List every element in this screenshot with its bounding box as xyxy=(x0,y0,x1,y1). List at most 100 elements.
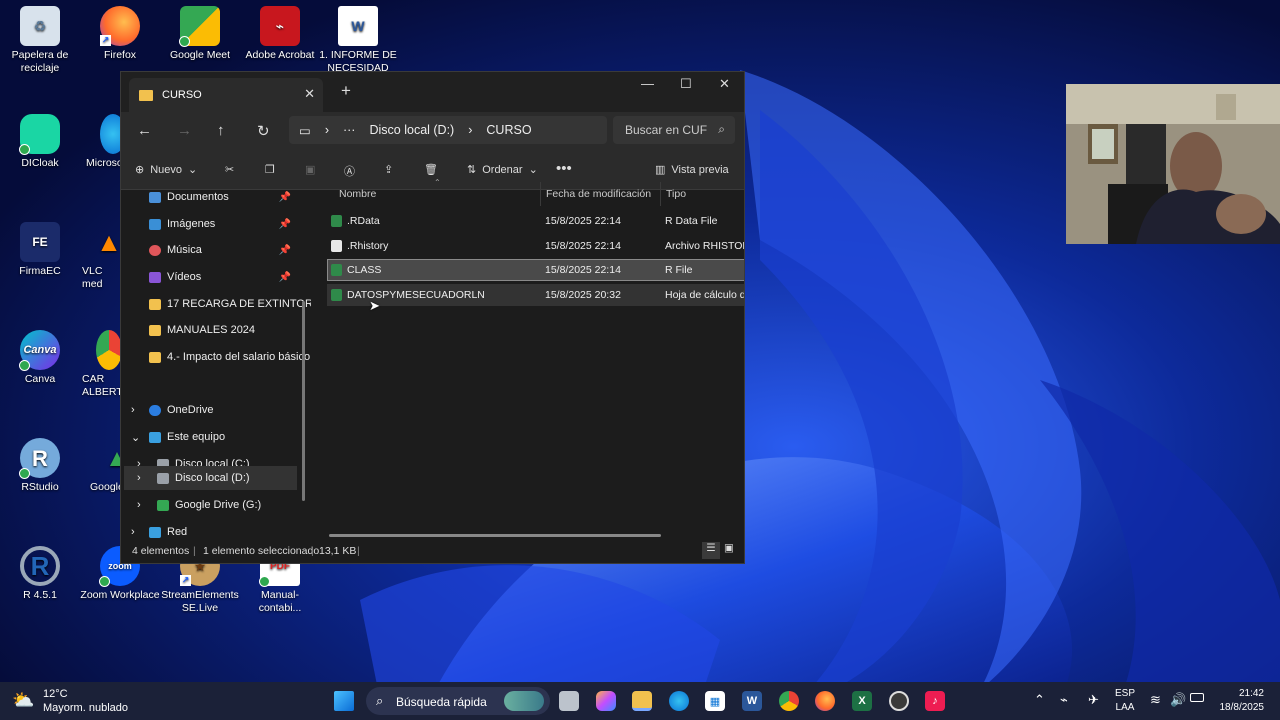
sort-icon: ⇅ xyxy=(467,164,477,176)
acrobat-icon: ⌁ xyxy=(260,6,300,46)
nav-item-onedrive[interactable]: › OneDrive xyxy=(131,398,213,422)
volume-icon[interactable]: 🔊 xyxy=(1170,692,1186,708)
desktop-icon-canva[interactable]: Canva Canva xyxy=(0,330,80,386)
new-button[interactable]: ⊕ Nuevo ⌄ xyxy=(135,163,197,177)
back-arrow-icon[interactable]: ← xyxy=(137,122,152,139)
webcam-overlay xyxy=(1066,84,1280,244)
edge-icon[interactable] xyxy=(669,691,689,711)
new-tab-icon[interactable]: + xyxy=(341,81,351,101)
usb-icon[interactable]: ⌁ xyxy=(1060,692,1068,708)
chevron-up-icon[interactable]: ⌃ xyxy=(1034,692,1045,708)
desktop-icon-edge[interactable]: Microso xyxy=(80,114,120,170)
horizontal-scrollbar[interactable] xyxy=(329,534,661,537)
clock[interactable]: 21:42 18/8/2025 xyxy=(1210,687,1265,715)
up-arrow-icon[interactable]: ↑ xyxy=(217,122,225,139)
sort-button[interactable]: ⇅ Ordenar ⌄ xyxy=(467,163,538,177)
cut-icon[interactable]: ✂ xyxy=(225,163,234,176)
column-header-date[interactable]: Fecha de modificación xyxy=(540,182,660,206)
copy-icon[interactable]: ❐ xyxy=(265,163,275,176)
close-tab-icon[interactable]: ✕ xyxy=(304,86,315,102)
obs-icon[interactable] xyxy=(889,691,909,711)
language-indicator[interactable]: ESP LAA xyxy=(1115,687,1135,715)
desktop-icon-firmaec[interactable]: FE FirmaEC xyxy=(0,222,80,278)
nav-scrollbar[interactable] xyxy=(302,301,305,501)
chrome-icon xyxy=(96,330,120,370)
music-icon xyxy=(149,244,161,256)
file-row[interactable]: DATOSPYMESECUADORLN 15/8/2025 20:32 Hoja… xyxy=(327,284,744,306)
firefox-icon[interactable] xyxy=(815,691,835,711)
icon-label: Firefox xyxy=(103,49,137,61)
nav-label: OneDrive xyxy=(167,404,214,416)
chrome-icon[interactable] xyxy=(779,691,799,711)
copilot-icon[interactable] xyxy=(596,691,616,711)
preview-button[interactable]: ▥ Vista previa xyxy=(655,163,729,177)
desktop-icon-firefox[interactable]: ↗ Firefox xyxy=(80,6,160,62)
details-view-icon[interactable]: ☰ xyxy=(702,542,720,559)
nav-item-google-drive[interactable]: › Google Drive (G:) xyxy=(137,493,261,517)
desktop-icon-r[interactable]: R R 4.5.1 xyxy=(0,546,80,602)
nav-item-musica[interactable]: Música 📌 xyxy=(149,238,299,262)
task-view-icon[interactable] xyxy=(559,691,579,711)
file-row[interactable]: .RData 15/8/2025 22:14 R Data File xyxy=(327,210,744,232)
word-icon[interactable]: W xyxy=(742,691,762,711)
desktop-icon-word-doc[interactable]: W 1. INFORME DE NECESIDAD M... xyxy=(318,6,398,75)
nav-label: 4.- Impacto del salario básico xyxy=(167,351,311,363)
google-meet-icon xyxy=(179,6,220,47)
desktop-icon-dicloak[interactable]: DICloak xyxy=(0,114,80,170)
maximize-icon[interactable]: ☐ xyxy=(680,76,692,92)
close-window-icon[interactable]: ✕ xyxy=(719,76,730,92)
file-row-selected[interactable]: CLASS 15/8/2025 22:14 R File xyxy=(327,259,744,281)
nav-label: Documentos xyxy=(167,191,229,203)
tab-curso[interactable]: CURSO ✕ xyxy=(129,78,323,112)
breadcrumb-curso[interactable]: CURSO xyxy=(486,123,531,137)
nav-item-impacto[interactable]: 4.- Impacto del salario básico xyxy=(149,345,310,369)
refresh-icon[interactable]: ↻ xyxy=(257,122,270,140)
file-date: 15/8/2025 22:14 xyxy=(545,240,621,252)
nav-item-este-equipo[interactable]: ⌄ Este equipo xyxy=(131,425,225,449)
more-options-icon[interactable]: ••• xyxy=(556,160,572,177)
r-icon: R xyxy=(20,546,60,586)
excel-icon[interactable]: X xyxy=(852,691,872,711)
nav-item-imagenes[interactable]: Imágenes 📌 xyxy=(149,212,299,236)
nav-item-red[interactable]: › Red xyxy=(131,520,187,541)
desktop-icon-chrome[interactable]: CAR ALBERTO xyxy=(80,330,120,399)
wifi-icon[interactable]: ≋ xyxy=(1150,692,1161,708)
weather-widget[interactable]: ⛅ 12°C Mayorm. nublado xyxy=(12,686,142,716)
security-icon[interactable]: ✈ xyxy=(1088,692,1099,708)
nav-item-documentos[interactable]: Documentos 📌 xyxy=(149,191,299,209)
dicloak-icon xyxy=(19,114,60,155)
breadcrumb-disk[interactable]: Disco local (D:) xyxy=(369,123,454,137)
desktop-icon-acrobat[interactable]: ⌁ Adobe Acrobat xyxy=(240,6,320,62)
tiktok-icon[interactable]: ♪ xyxy=(925,691,945,711)
desktop-icon-google[interactable]: ▲ Google xyxy=(80,438,120,494)
share-icon[interactable]: ⇪ xyxy=(384,163,393,176)
rename-icon[interactable]: Ⓐ xyxy=(344,163,355,179)
desktop-icon-google-meet[interactable]: Google Meet xyxy=(160,6,240,62)
nav-label: Google Drive (G:) xyxy=(175,499,262,511)
start-icon[interactable] xyxy=(334,691,354,711)
delete-icon[interactable]: 🗑 xyxy=(424,163,438,176)
forward-arrow-icon[interactable]: → xyxy=(177,122,192,139)
nav-item-videos[interactable]: Vídeos 📌 xyxy=(149,265,299,289)
minimize-icon[interactable]: — xyxy=(641,76,654,91)
weather-partly-cloudy-icon: ⛅ xyxy=(12,690,35,710)
battery-icon[interactable] xyxy=(1190,693,1204,702)
store-icon[interactable]: ▦ xyxy=(705,691,725,711)
pin-icon: 📌 xyxy=(278,218,291,230)
nav-item-recarga[interactable]: 17 RECARGA DE EXTINTORES xyxy=(149,292,311,316)
search-box[interactable]: Buscar en CUF ⌕ xyxy=(613,116,735,144)
column-header-type[interactable]: Tipo xyxy=(660,182,744,206)
search-bar[interactable]: ⌕ Búsqueda rápida xyxy=(366,687,550,715)
breadcrumb[interactable]: ▭ › ··· Disco local (D:) › CURSO xyxy=(289,116,607,144)
file-row[interactable]: .Rhistory 15/8/2025 22:14 Archivo RHISTO… xyxy=(327,235,744,257)
nav-item-disco-d[interactable]: › Disco local (D:) xyxy=(124,466,297,490)
tiles-view-icon[interactable]: ▣ xyxy=(724,542,734,554)
paste-icon[interactable]: ▣ xyxy=(305,163,315,176)
icon-label: Papelera de reciclaje xyxy=(11,49,69,74)
desktop-icon-rstudio[interactable]: R RStudio xyxy=(0,438,80,494)
desktop-icon-vlc[interactable]: ▲ VLC med xyxy=(80,222,120,291)
nav-item-manuales[interactable]: MANUALES 2024 xyxy=(149,318,255,342)
desktop-icon-recycle-bin[interactable]: ♻ Papelera de reciclaje xyxy=(0,6,80,75)
file-explorer-icon[interactable] xyxy=(632,691,652,711)
file-date: 15/8/2025 20:32 xyxy=(545,289,621,301)
